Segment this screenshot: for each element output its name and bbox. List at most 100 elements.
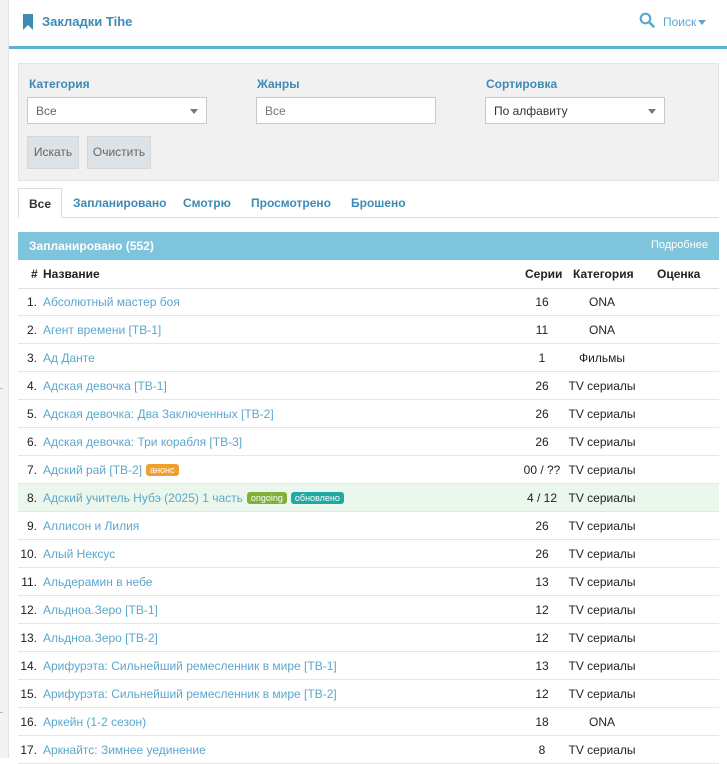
search-button[interactable]: Искать <box>27 136 79 169</box>
tab-dropped[interactable]: Брошено <box>341 188 416 217</box>
title-text: Аркейн (1-2 сезон) <box>43 715 147 729</box>
chevron-down-icon[interactable] <box>698 20 706 25</box>
table-row: 11. Альдерамин в небе 13 TV сериалы <box>18 568 719 596</box>
title-link[interactable]: Аркнайтс: Зимнее уединение <box>43 743 206 757</box>
sort-select-value: По алфавиту <box>494 104 568 118</box>
table-row: 2. Агент времени [ТВ-1] 11 ONA <box>18 316 719 344</box>
table-row: 16. Аркейн (1-2 сезон) 18 ONA <box>18 708 719 736</box>
updated-badge: обновлено <box>290 492 344 504</box>
list-panel-header: Запланировано (552) Подробнее <box>18 232 719 260</box>
ongoing-badge: ongoing <box>246 492 287 504</box>
clear-button[interactable]: Очистить <box>87 136 151 169</box>
title-link[interactable]: Альдерамин в небе <box>43 575 152 589</box>
page-title: Закладки Tihe <box>42 14 133 29</box>
title-text: Адский рай [ТВ-2] <box>43 463 143 477</box>
page-header: Закладки Tihe Поиск <box>9 0 727 49</box>
chevron-down-icon <box>190 109 198 114</box>
col-name: Название <box>43 267 100 281</box>
title-link[interactable]: Алый Нексус <box>43 547 115 561</box>
table-row: 13. Альдноа.Зеро [ТВ-2] 12 TV сериалы <box>18 624 719 652</box>
row-number: 10. <box>20 547 37 561</box>
left-edge <box>0 0 9 758</box>
genres-input[interactable] <box>256 97 436 124</box>
details-link[interactable]: Подробнее <box>651 239 708 251</box>
title-link[interactable]: Адский учитель Нубэ (2025) 1 часть ongoin… <box>43 491 344 505</box>
row-number: 1. <box>26 295 37 309</box>
edge-tick <box>0 712 3 713</box>
tab-watching[interactable]: Смотрю <box>173 188 241 217</box>
row-number: 15. <box>20 687 37 701</box>
search-icon[interactable] <box>639 12 655 28</box>
row-number: 13. <box>20 631 37 645</box>
row-number: 12. <box>20 603 37 617</box>
row-number: 5. <box>26 407 37 421</box>
category-value: Фильмы <box>579 351 625 365</box>
row-number: 11. <box>21 575 37 589</box>
title-link[interactable]: Арифурэта: Сильнейший ремесленник в мире… <box>43 659 337 673</box>
category-value: ONA <box>588 323 615 337</box>
category-select[interactable]: Все <box>27 97 207 124</box>
title-text: Алый Нексус <box>43 547 116 561</box>
bookmark-list: 1. Абсолютный мастер боя 16 ONA 2. Агент врем… <box>18 288 719 764</box>
tab-all[interactable]: Все <box>18 188 63 218</box>
announce-badge: анонс <box>146 464 179 476</box>
sort-select[interactable]: По алфавиту <box>485 97 665 124</box>
title-text: Адский учитель Нубэ (2025) 1 часть <box>43 491 243 505</box>
title-link[interactable]: Адская девочка: Два Заключенных [ТВ-2] <box>43 407 274 421</box>
category-value: TV сериалы <box>568 491 636 505</box>
table-row: 5. Адская девочка: Два Заключенных [ТВ-2]… <box>18 400 719 428</box>
panel-title: Запланировано (552) <box>29 239 154 253</box>
search-menu-label[interactable]: Поиск <box>663 15 696 29</box>
title-text: Абсолютный мастер боя <box>43 295 180 309</box>
row-number: 4. <box>26 379 37 393</box>
title-link[interactable]: Абсолютный мастер боя <box>43 295 180 309</box>
category-value: TV сериалы <box>568 743 636 757</box>
row-number: 14. <box>20 659 37 673</box>
filter-panel: Категория Все Жанры Сортировка По алфави… <box>18 63 719 181</box>
row-number: 8. <box>26 491 37 505</box>
category-value: TV сериалы <box>568 575 636 589</box>
title-link[interactable]: Аркейн (1-2 сезон) <box>43 715 146 729</box>
table-row: 14. Арифурэта: Сильнейший ремесленник в м… <box>18 652 719 680</box>
category-value: TV сериалы <box>568 435 636 449</box>
title-link[interactable]: Адская девочка: Три корабля [ТВ-3] <box>43 435 242 449</box>
tab-planned[interactable]: Запланировано <box>63 188 177 217</box>
table-row: 9. Аллисон и Лилия 26 TV сериалы <box>18 512 719 540</box>
title-link[interactable]: Арифурэта: Сильнейший ремесленник в мире… <box>43 687 337 701</box>
title-text: Адская девочка [ТВ-1] <box>43 379 167 393</box>
title-link[interactable]: Аллисон и Лилия <box>43 519 139 533</box>
title-link[interactable]: Альдноа.Зеро [ТВ-2] <box>43 631 158 645</box>
table-row: 6. Адская девочка: Три корабля [ТВ-3] 26 TV… <box>18 428 719 456</box>
title-link[interactable]: Агент времени [ТВ-1] <box>43 323 161 337</box>
title-text: Ад Данте <box>43 351 95 365</box>
title-link[interactable]: Альдноа.Зеро [ТВ-1] <box>43 603 158 617</box>
row-number: 2. <box>26 323 37 337</box>
row-number: 16. <box>20 715 37 729</box>
title-link[interactable]: Адская девочка [ТВ-1] <box>43 379 167 393</box>
category-value: TV сериалы <box>568 631 636 645</box>
col-category: Категория <box>573 267 634 281</box>
chevron-down-icon <box>648 109 656 114</box>
category-value: TV сериалы <box>568 659 636 673</box>
category-value: TV сериалы <box>568 603 636 617</box>
table-row: 1. Абсолютный мастер боя 16 ONA <box>18 288 719 316</box>
col-num: # <box>31 267 38 281</box>
row-number: 3. <box>26 351 37 365</box>
title-text: Аллисон и Лилия <box>43 519 140 533</box>
row-number: 6. <box>26 435 37 449</box>
table-row: 3. Ад Данте 1 Фильмы <box>18 344 719 372</box>
title-link[interactable]: Ад Данте <box>43 351 95 365</box>
table-row: 12. Альдноа.Зеро [ТВ-1] 12 TV сериалы <box>18 596 719 624</box>
title-link[interactable]: Адский рай [ТВ-2] анонс <box>43 463 179 477</box>
row-number: 17. <box>20 743 37 757</box>
status-tabs: Все Запланировано Смотрю Просмотрено Бро… <box>18 188 719 218</box>
category-value: TV сериалы <box>568 687 636 701</box>
title-text: Альдноа.Зеро [ТВ-1] <box>43 603 158 617</box>
tab-watched[interactable]: Просмотрено <box>241 188 341 217</box>
table-row: 7. Адский рай [ТВ-2] анонс 00 / ?? TV сериал… <box>18 456 719 484</box>
row-number: 9. <box>26 519 37 533</box>
table-header: # Название Серии Категория Оценка <box>18 260 719 289</box>
title-text: Альдноа.Зеро [ТВ-2] <box>43 631 158 645</box>
col-score: Оценка <box>657 267 701 281</box>
category-select-value: Все <box>36 104 57 118</box>
